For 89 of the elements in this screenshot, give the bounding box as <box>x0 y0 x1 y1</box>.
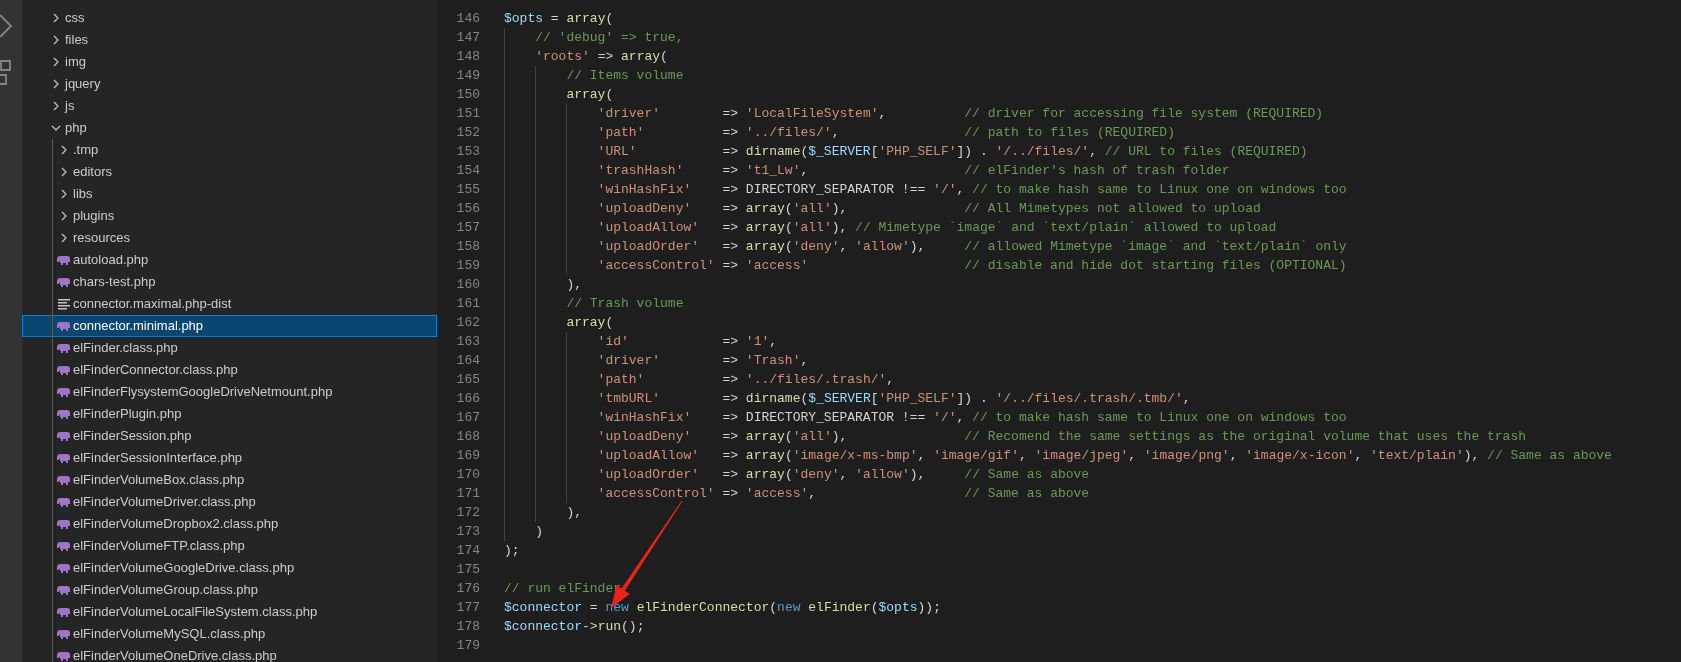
line-number: 154 <box>455 162 480 180</box>
folder-item[interactable]: css <box>22 7 437 29</box>
line-number: 169 <box>455 447 480 465</box>
line-number: 173 <box>455 523 480 541</box>
file-item[interactable]: connector.maximal.php-dist <box>22 293 437 315</box>
line-number: 170 <box>455 466 480 484</box>
file-item[interactable]: elFinderPlugin.php <box>22 403 437 425</box>
line-number: 162 <box>455 314 480 332</box>
file-item[interactable]: connector.minimal.php <box>22 315 437 337</box>
line-number: 177 <box>455 599 480 617</box>
code-line: $opts = array( <box>504 10 614 28</box>
folder-item[interactable]: editors <box>22 161 437 183</box>
line-number: 150 <box>455 86 480 104</box>
elephant-icon <box>57 430 71 442</box>
code-line: $connector = new elFinderConnector(new elFinder($opts)); <box>504 599 941 617</box>
line-number: 147 <box>455 29 480 47</box>
file-item[interactable]: elFinderSessionInterface.php <box>22 447 437 469</box>
folder-item[interactable]: js <box>22 95 437 117</box>
line-number: 160 <box>455 276 480 294</box>
elephant-icon <box>57 474 71 486</box>
line-number: 164 <box>455 352 480 370</box>
elephant-icon <box>57 606 71 618</box>
file-item[interactable]: elFinderVolumeDriver.class.php <box>22 491 437 513</box>
line-number: 159 <box>455 257 480 275</box>
line-number: 163 <box>455 333 480 351</box>
line-number: 155 <box>455 181 480 199</box>
code-line: ); <box>504 542 520 560</box>
line-number: 149 <box>455 67 480 85</box>
line-number: 158 <box>455 238 480 256</box>
elephant-icon <box>57 540 71 552</box>
lines-icon <box>58 298 70 310</box>
line-number: 178 <box>455 618 480 636</box>
file-item[interactable]: elFinderVolumeOneDrive.class.php <box>22 645 437 662</box>
elephant-icon <box>57 364 71 376</box>
elephant-icon <box>57 320 71 332</box>
line-number: 153 <box>455 143 480 161</box>
line-number: 151 <box>455 105 480 123</box>
file-item[interactable]: elFinderVolumeBox.class.php <box>22 469 437 491</box>
elephant-icon <box>57 518 71 530</box>
elephant-icon <box>57 496 71 508</box>
squares-icon[interactable] <box>0 60 11 86</box>
file-item[interactable]: autoload.php <box>22 249 437 271</box>
line-number: 175 <box>455 561 480 579</box>
folder-item[interactable]: .tmp <box>22 139 437 161</box>
file-item[interactable]: elFinderSession.php <box>22 425 437 447</box>
line-number: 167 <box>455 409 480 427</box>
chevron-icon[interactable] <box>0 14 12 38</box>
file-item[interactable]: elFinderFlysystemGoogleDriveNetmount.php <box>22 381 437 403</box>
line-number: 157 <box>455 219 480 237</box>
line-number: 171 <box>455 485 480 503</box>
folder-item[interactable]: resources <box>22 227 437 249</box>
file-item[interactable]: elFinderVolumeGroup.class.php <box>22 579 437 601</box>
folder-item[interactable]: files <box>22 29 437 51</box>
elephant-icon <box>57 408 71 420</box>
line-number: 166 <box>455 390 480 408</box>
elephant-icon <box>57 452 71 464</box>
file-item[interactable]: elFinderVolumeDropbox2.class.php <box>22 513 437 535</box>
line-number: 148 <box>455 48 480 66</box>
file-item[interactable]: elFinderVolumeLocalFileSystem.class.php <box>22 601 437 623</box>
file-item[interactable]: elFinderVolumeFTP.class.php <box>22 535 437 557</box>
line-number: 152 <box>455 124 480 142</box>
folder-item[interactable]: libs <box>22 183 437 205</box>
code-line: $connector->run(); <box>504 618 645 636</box>
line-number: 172 <box>455 504 480 522</box>
file-item[interactable]: elFinder.class.php <box>22 337 437 359</box>
file-item[interactable]: chars-test.php <box>22 271 437 293</box>
line-number: 165 <box>455 371 480 389</box>
folder-item[interactable]: plugins <box>22 205 437 227</box>
file-item[interactable]: elFinderConnector.class.php <box>22 359 437 381</box>
elephant-icon <box>57 628 71 640</box>
line-number: 161 <box>455 295 480 313</box>
folder-item[interactable]: php <box>22 117 437 139</box>
elephant-icon <box>57 562 71 574</box>
elephant-icon <box>57 276 71 288</box>
line-number: 176 <box>455 580 480 598</box>
file-item[interactable]: elFinderVolumeMySQL.class.php <box>22 623 437 645</box>
elephant-icon <box>57 342 71 354</box>
elephant-icon <box>57 584 71 596</box>
folder-item[interactable]: img <box>22 51 437 73</box>
line-number: 179 <box>455 637 480 655</box>
line-number: 174 <box>455 542 480 560</box>
file-item[interactable]: elFinderVolumeGoogleDrive.class.php <box>22 557 437 579</box>
line-number: 168 <box>455 428 480 446</box>
folder-item[interactable]: jquery <box>22 73 437 95</box>
elephant-icon <box>57 386 71 398</box>
line-number: 156 <box>455 200 480 218</box>
elephant-icon <box>57 254 71 266</box>
elephant-icon <box>57 650 71 662</box>
line-number: 146 <box>455 10 480 28</box>
